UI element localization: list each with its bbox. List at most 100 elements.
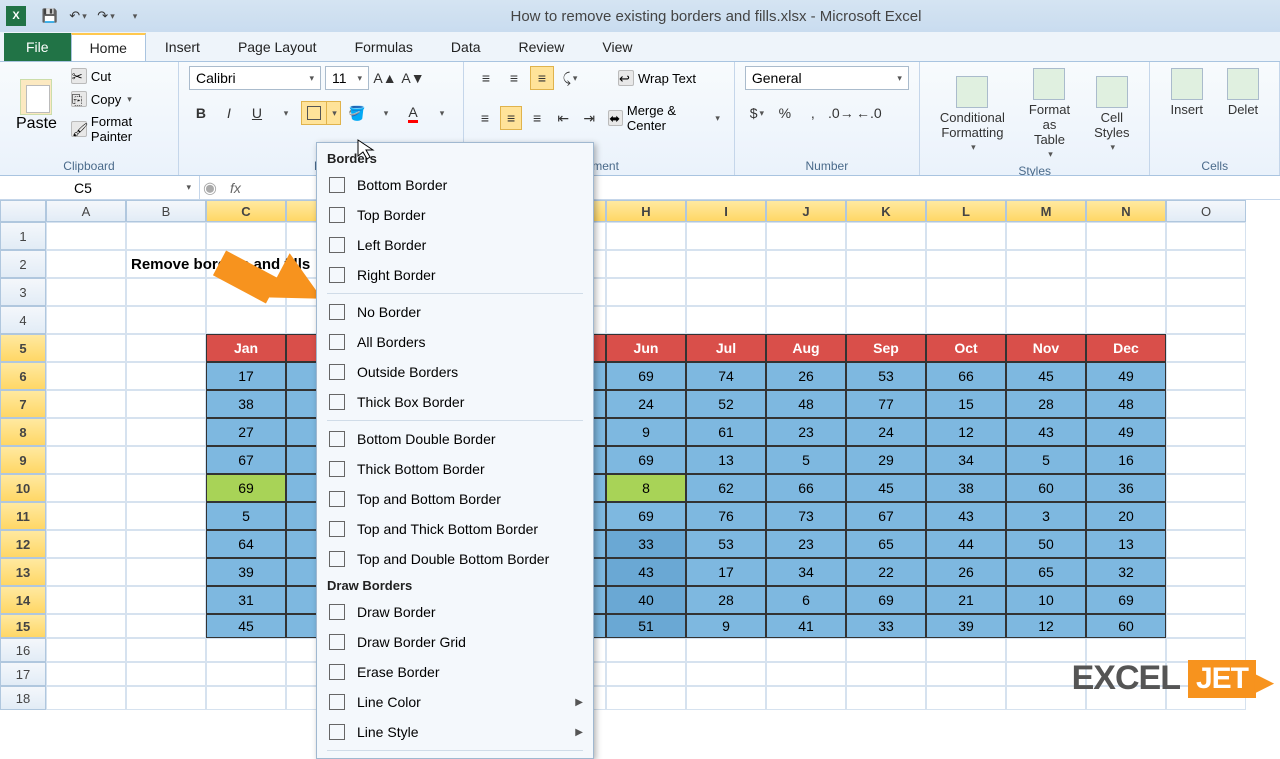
- cell[interactable]: [126, 638, 206, 662]
- cell[interactable]: 39: [206, 558, 286, 586]
- cell[interactable]: 21: [926, 586, 1006, 614]
- menu-item-top-border[interactable]: Top Border: [319, 200, 591, 230]
- cell[interactable]: [206, 306, 286, 334]
- menu-item-thick-bottom-border[interactable]: Thick Bottom Border: [319, 454, 591, 484]
- underline-drop[interactable]: ▾: [273, 101, 297, 125]
- cell[interactable]: [1166, 530, 1246, 558]
- cell[interactable]: 28: [1006, 390, 1086, 418]
- cell[interactable]: 45: [206, 614, 286, 638]
- cell[interactable]: [46, 586, 126, 614]
- cell[interactable]: [46, 362, 126, 390]
- cell[interactable]: 73: [766, 502, 846, 530]
- align-middle-icon[interactable]: ≡: [502, 66, 526, 90]
- cell[interactable]: 65: [1006, 558, 1086, 586]
- cell[interactable]: [126, 558, 206, 586]
- cell[interactable]: 41: [766, 614, 846, 638]
- cell[interactable]: Oct: [926, 334, 1006, 362]
- cell[interactable]: 3: [1006, 502, 1086, 530]
- row-header[interactable]: 1: [0, 222, 46, 250]
- cell[interactable]: 66: [926, 362, 1006, 390]
- file-tab[interactable]: File: [4, 33, 71, 61]
- format-as-table-button[interactable]: Format as Table▾: [1019, 66, 1080, 162]
- cell[interactable]: [1166, 446, 1246, 474]
- row-header[interactable]: 8: [0, 418, 46, 446]
- cell[interactable]: [846, 638, 926, 662]
- align-bottom-icon[interactable]: ≡: [530, 66, 554, 90]
- borders-dropdown-arrow[interactable]: ▾: [326, 102, 340, 124]
- col-header[interactable]: K: [846, 200, 926, 222]
- cell[interactable]: [686, 250, 766, 278]
- format-painter-button[interactable]: 🖌Format Painter: [67, 112, 168, 146]
- merge-center-button[interactable]: ⬌Merge & Center▾: [604, 101, 724, 135]
- cell[interactable]: 8: [606, 474, 686, 502]
- cell[interactable]: 69: [846, 586, 926, 614]
- cell[interactable]: 64: [206, 530, 286, 558]
- cell[interactable]: Jul: [686, 334, 766, 362]
- cell[interactable]: [686, 278, 766, 306]
- menu-item-no-border[interactable]: No Border: [319, 297, 591, 327]
- cell[interactable]: 5: [206, 502, 286, 530]
- cell[interactable]: 74: [686, 362, 766, 390]
- cell[interactable]: 15: [926, 390, 1006, 418]
- cell[interactable]: [1166, 306, 1246, 334]
- cell[interactable]: [1166, 418, 1246, 446]
- cell[interactable]: [846, 278, 926, 306]
- cell[interactable]: [46, 502, 126, 530]
- cell[interactable]: [1166, 614, 1246, 638]
- cell[interactable]: [846, 662, 926, 686]
- cell[interactable]: 69: [206, 474, 286, 502]
- cell[interactable]: 24: [846, 418, 926, 446]
- font-size-select[interactable]: 11▾: [325, 66, 369, 90]
- tab-data[interactable]: Data: [432, 33, 500, 61]
- cell[interactable]: [1166, 334, 1246, 362]
- font-name-select[interactable]: Calibri▾: [189, 66, 321, 90]
- cell[interactable]: 33: [846, 614, 926, 638]
- cell[interactable]: [126, 390, 206, 418]
- cell[interactable]: 53: [846, 362, 926, 390]
- col-header[interactable]: I: [686, 200, 766, 222]
- cell[interactable]: [606, 222, 686, 250]
- cell[interactable]: [766, 250, 846, 278]
- menu-item-bottom-double-border[interactable]: Bottom Double Border: [319, 424, 591, 454]
- cell[interactable]: 43: [606, 558, 686, 586]
- cell[interactable]: 9: [606, 418, 686, 446]
- tab-view[interactable]: View: [583, 33, 651, 61]
- shrink-font-icon[interactable]: A▼: [401, 66, 425, 90]
- menu-item-line-color[interactable]: Line Color▶: [319, 687, 591, 717]
- cell[interactable]: [1166, 502, 1246, 530]
- align-right-icon[interactable]: ≡: [526, 106, 548, 130]
- cell[interactable]: 26: [766, 362, 846, 390]
- undo-icon[interactable]: ↶▾: [66, 5, 90, 27]
- cell[interactable]: [206, 662, 286, 686]
- row-header[interactable]: 9: [0, 446, 46, 474]
- col-header[interactable]: J: [766, 200, 846, 222]
- cell[interactable]: [46, 638, 126, 662]
- cell[interactable]: [126, 334, 206, 362]
- cell[interactable]: 40: [606, 586, 686, 614]
- col-header[interactable]: L: [926, 200, 1006, 222]
- borders-button[interactable]: ▾: [301, 101, 341, 125]
- fill-drop[interactable]: ▾: [373, 101, 397, 125]
- cell[interactable]: [766, 306, 846, 334]
- cell[interactable]: 43: [926, 502, 1006, 530]
- align-top-icon[interactable]: ≡: [474, 66, 498, 90]
- cell[interactable]: [846, 686, 926, 710]
- cell[interactable]: 52: [686, 390, 766, 418]
- cell[interactable]: [126, 474, 206, 502]
- cell[interactable]: [686, 222, 766, 250]
- decrease-decimal-icon[interactable]: ←.0: [857, 101, 881, 125]
- name-box[interactable]: C5▾: [0, 176, 200, 199]
- tab-review[interactable]: Review: [500, 33, 584, 61]
- row-header[interactable]: 5: [0, 334, 46, 362]
- cell[interactable]: 10: [1006, 586, 1086, 614]
- italic-button[interactable]: I: [217, 101, 241, 125]
- cell[interactable]: [46, 530, 126, 558]
- cell[interactable]: [766, 638, 846, 662]
- cell[interactable]: 28: [686, 586, 766, 614]
- cell[interactable]: 66: [766, 474, 846, 502]
- cell[interactable]: 20: [1086, 502, 1166, 530]
- cell[interactable]: [46, 306, 126, 334]
- cell[interactable]: 69: [606, 446, 686, 474]
- cell[interactable]: [46, 614, 126, 638]
- tab-home[interactable]: Home: [71, 33, 146, 61]
